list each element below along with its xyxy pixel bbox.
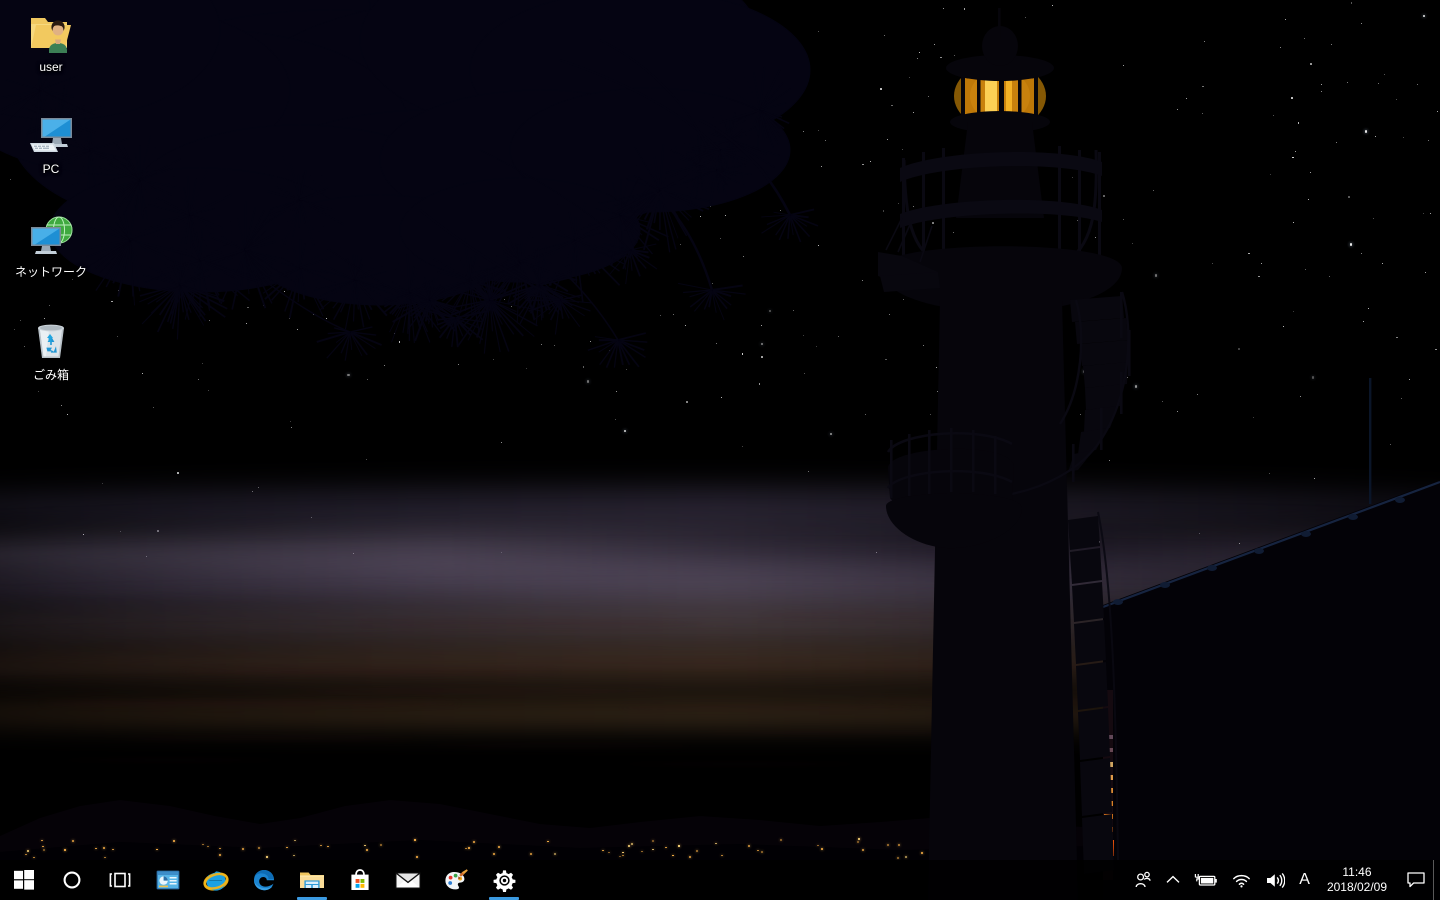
taskbar[interactable]: A 11:46 2018/02/09: [0, 860, 1440, 900]
desktop-icon-user-folder[interactable]: user: [8, 8, 94, 74]
ime-mode-label: A: [1299, 871, 1310, 888]
cloud-wisp: [840, 664, 1120, 669]
cloud-wisp: [700, 730, 980, 735]
cloud-wisp: [360, 620, 700, 628]
cloud-wisp: [430, 744, 690, 748]
clock-date: 2018/02/09: [1326, 880, 1387, 894]
cloud-wisp: [520, 660, 820, 666]
cloud-wisp: [60, 758, 280, 762]
desktop-wallpaper: [0, 0, 1440, 900]
cloud-wisp: [760, 612, 1060, 619]
settings-button[interactable]: [480, 860, 528, 900]
paint-3d-button[interactable]: [432, 860, 480, 900]
ime-mode-icon[interactable]: A: [1292, 860, 1317, 900]
user-folder-icon[interactable]: [27, 8, 75, 56]
volume-icon[interactable]: [1258, 860, 1292, 900]
cloud-wisp: [620, 762, 860, 766]
desktop-icon-this-pc[interactable]: PC: [8, 110, 94, 176]
desktop-icon-label: user: [39, 60, 63, 74]
desktop-icon-recycle-bin[interactable]: ごみ箱: [8, 316, 94, 382]
taskbar-clock[interactable]: 11:46 2018/02/09: [1317, 860, 1399, 900]
task-view-button[interactable]: [96, 860, 144, 900]
microsoft-edge-button[interactable]: [240, 860, 288, 900]
action-center-button[interactable]: [1399, 860, 1433, 900]
microsoft-store-button[interactable]: [336, 860, 384, 900]
cloud-wisp: [120, 736, 420, 741]
desktop-icon-label: ごみ箱: [32, 368, 69, 382]
wifi-icon[interactable]: [1225, 860, 1258, 900]
this-pc-icon[interactable]: [27, 110, 75, 158]
people-icon[interactable]: [1127, 860, 1159, 900]
network-icon[interactable]: [27, 213, 75, 261]
dashboard-app-button[interactable]: [144, 860, 192, 900]
cloud-wisp: [860, 698, 1190, 704]
desktop-icon-network[interactable]: ネットワーク: [8, 213, 94, 279]
file-explorer-button[interactable]: [288, 860, 336, 900]
taskbar-empty-area[interactable]: [528, 860, 1127, 900]
cortana-search-button[interactable]: [48, 860, 96, 900]
cloud-wisp: [40, 700, 460, 707]
cloud-wisp: [980, 712, 1240, 717]
internet-explorer-button[interactable]: [192, 860, 240, 900]
cloud-wisp: [620, 705, 920, 710]
desktop[interactable]: user PC ネットワーク ごみ箱 A 11:46 2018/02/09: [0, 0, 1440, 900]
show-hidden-icons-icon[interactable]: [1159, 860, 1187, 900]
mail-button[interactable]: [384, 860, 432, 900]
battery-charging-icon[interactable]: [1187, 860, 1225, 900]
recycle-bin-icon[interactable]: [27, 316, 75, 364]
desktop-icon-label: PC: [42, 162, 60, 176]
show-desktop-button[interactable]: [1433, 860, 1440, 900]
system-tray[interactable]: A 11:46 2018/02/09: [1127, 860, 1440, 900]
taskbar-buttons[interactable]: [0, 860, 528, 900]
clock-time: 11:46: [1342, 865, 1372, 879]
start-button[interactable]: [0, 860, 48, 900]
desktop-icon-label: ネットワーク: [14, 265, 87, 279]
cloud-wisp: [180, 668, 560, 675]
cloud-wisp: [300, 688, 660, 694]
